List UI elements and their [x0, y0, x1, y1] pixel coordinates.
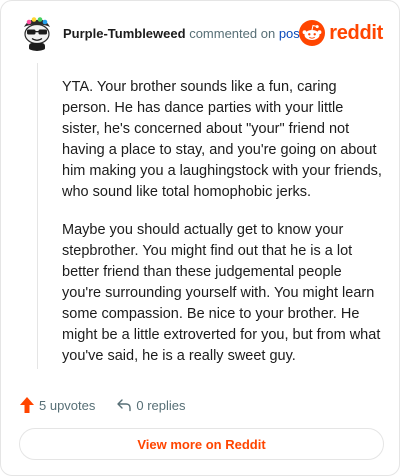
reddit-logo[interactable]: reddit — [299, 20, 383, 46]
comment-header: Purple-Tumbleweed commented on post redd… — [19, 15, 383, 51]
comment-paragraph: YTA. Your brother sounds like a fun, car… — [62, 79, 382, 200]
upvote-arrow-icon — [20, 397, 34, 413]
upvote-button[interactable]: 5 upvotes — [19, 396, 95, 414]
reddit-wordmark: reddit — [329, 21, 383, 44]
username[interactable]: Purple-Tumbleweed — [63, 26, 186, 41]
reply-count: 0 replies — [136, 397, 186, 413]
comment-body: YTA. Your brother sounds like a fun, car… — [62, 77, 384, 384]
embedded-comment-card: Purple-Tumbleweed commented on post redd… — [0, 0, 400, 476]
reddit-logo-icon — [299, 20, 326, 46]
commented-on-text: commented on — [189, 26, 276, 41]
reply-arrow-icon — [117, 399, 132, 412]
comment-paragraph: Maybe you should actually get to know yo… — [62, 222, 381, 364]
reply-button[interactable]: 0 replies — [116, 397, 186, 413]
thread-line — [37, 63, 38, 369]
upvote-count: 5 upvotes — [39, 397, 96, 413]
comment-actions: 5 upvotes 0 replies — [19, 395, 186, 415]
view-more-button[interactable]: View more on Reddit — [19, 428, 384, 460]
comment-meta: Purple-Tumbleweed commented on post — [63, 26, 303, 41]
snoo-avatar-icon[interactable] — [19, 15, 55, 51]
